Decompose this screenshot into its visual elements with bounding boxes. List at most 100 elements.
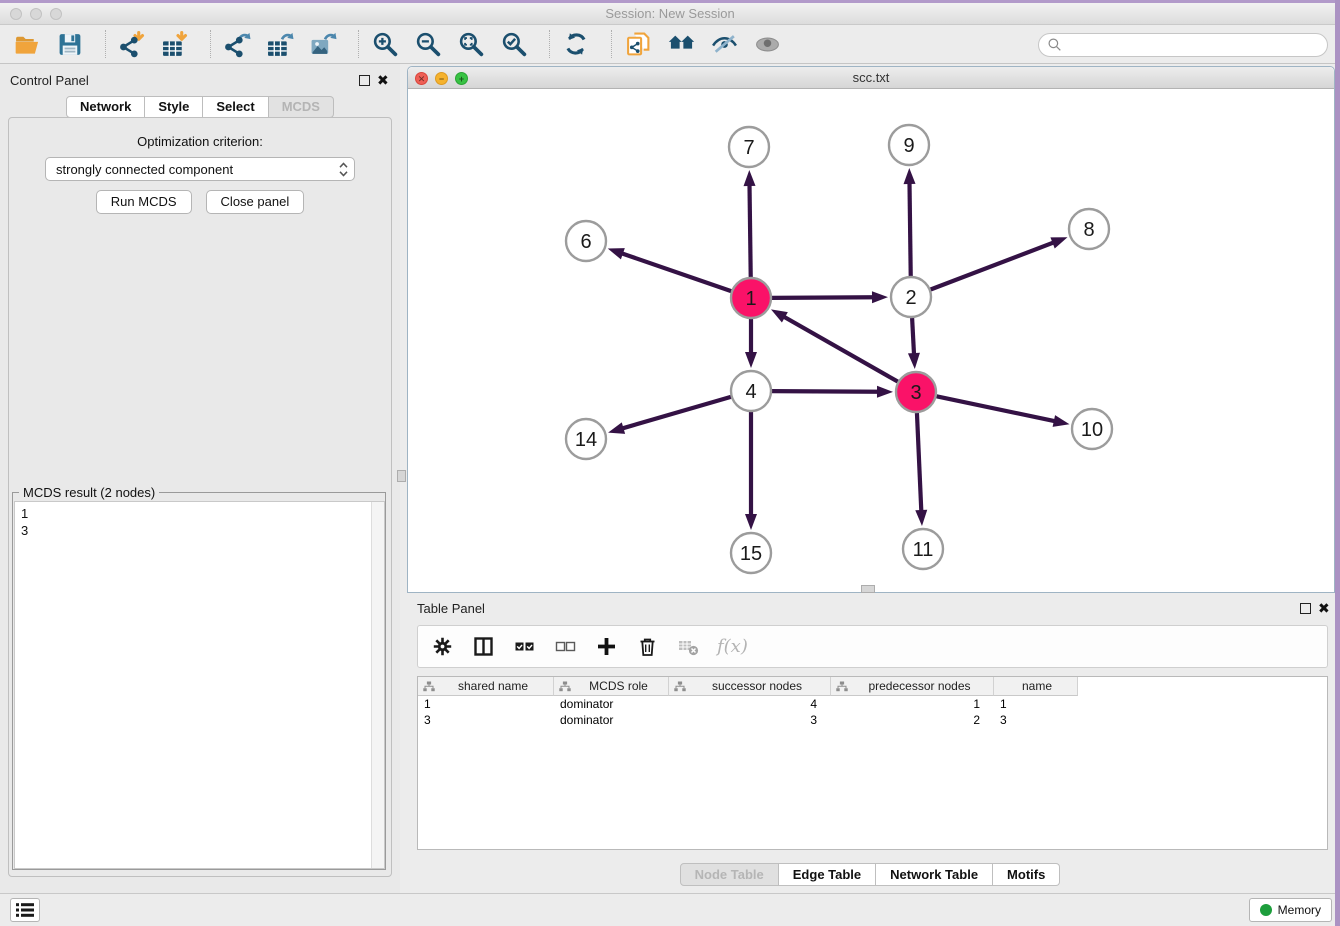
close-table-panel-icon[interactable]: ✖	[1318, 600, 1330, 616]
graph-node-10[interactable]: 10	[1072, 409, 1112, 449]
graph-edge-2-9[interactable]	[904, 168, 916, 276]
graph-node-4[interactable]: 4	[731, 371, 771, 411]
window-minimize-button[interactable]	[30, 8, 42, 20]
vertical-splitter-handle[interactable]	[397, 470, 406, 482]
graph-edge-3-11[interactable]	[915, 413, 927, 526]
graph-edge-4-15[interactable]	[745, 412, 757, 530]
mcds-result-textarea[interactable]: 13	[14, 501, 385, 869]
column-header-predecessor-nodes[interactable]: predecessor nodes	[831, 677, 994, 696]
tab-select[interactable]: Select	[203, 96, 268, 118]
graph-node-11[interactable]: 11	[903, 529, 943, 569]
tab-mcds[interactable]: MCDS	[269, 96, 334, 118]
graph-node-8[interactable]: 8	[1069, 209, 1109, 249]
run-mcds-button[interactable]: Run MCDS	[96, 190, 192, 214]
horizontal-splitter-handle[interactable]	[861, 585, 875, 593]
network-view-window: ✕ − + scc.txt 7 9 6 8 1 2 4 3 14 10 15 11	[407, 66, 1335, 593]
table-cell[interactable]: 4	[669, 696, 831, 712]
tab-node-table[interactable]: Node Table	[680, 863, 779, 886]
delete-columns-button[interactable]	[635, 635, 659, 659]
show-graphics-button[interactable]	[750, 28, 784, 60]
copy-network-button[interactable]	[621, 28, 655, 60]
graph-node-3[interactable]: 3	[896, 372, 936, 412]
tab-edge-table[interactable]: Edge Table	[779, 863, 876, 886]
import-network-button[interactable]	[115, 28, 149, 60]
graph-node-14[interactable]: 14	[566, 419, 606, 459]
close-panel-button[interactable]: Close panel	[206, 190, 305, 214]
graph-node-1[interactable]: 1	[731, 278, 771, 318]
close-panel-icon[interactable]: ✖	[377, 72, 389, 88]
tab-network[interactable]: Network	[66, 96, 145, 118]
network-maximize-button[interactable]: +	[455, 72, 468, 85]
search-box[interactable]	[1038, 33, 1328, 57]
zoom-fit-button[interactable]	[454, 28, 488, 60]
search-input[interactable]	[1064, 35, 1327, 55]
show-columns-button[interactable]	[471, 635, 495, 659]
column-header-name[interactable]: name	[994, 677, 1078, 696]
tab-style[interactable]: Style	[145, 96, 203, 118]
column-header-shared-name[interactable]: shared name	[418, 677, 554, 696]
table-cell[interactable]: 3	[669, 712, 831, 728]
mcds-result-scrollbar[interactable]	[371, 502, 384, 868]
graph-edge-1-4[interactable]	[745, 319, 757, 368]
table-row[interactable]: 3dominator323	[418, 712, 1327, 728]
select-all-columns-button[interactable]	[512, 635, 536, 659]
graph-edge-2-3[interactable]	[908, 318, 920, 369]
graph-node-7[interactable]: 7	[729, 127, 769, 167]
network-window-titlebar[interactable]: ✕ − + scc.txt	[408, 67, 1334, 89]
table-cell[interactable]: 1	[831, 696, 994, 712]
refresh-layout-button[interactable]	[559, 28, 593, 60]
graph-edge-3-10[interactable]	[937, 396, 1070, 427]
table-header-row: shared nameMCDS rolesuccessor nodesprede…	[418, 677, 1327, 696]
float-panel-icon[interactable]	[359, 75, 370, 86]
table-settings-button[interactable]	[430, 635, 454, 659]
zoom-selected-button[interactable]	[497, 28, 531, 60]
zoom-out-icon	[415, 31, 442, 58]
graph-edge-1-2[interactable]	[772, 291, 888, 303]
unselect-all-columns-button[interactable]	[553, 635, 577, 659]
graph-edge-1-7[interactable]	[744, 170, 756, 277]
graph-node-9[interactable]: 9	[889, 125, 929, 165]
window-zoom-button[interactable]	[50, 8, 62, 20]
home-network-button[interactable]	[664, 28, 698, 60]
table-cell[interactable]: 3	[994, 712, 1078, 728]
network-canvas[interactable]: 7 9 6 8 1 2 4 3 14 10 15 11	[408, 89, 1334, 592]
table-cell[interactable]: 1	[418, 696, 554, 712]
open-session-button[interactable]	[10, 28, 44, 60]
network-minimize-button[interactable]: −	[435, 72, 448, 85]
graph-node-2[interactable]: 2	[891, 277, 931, 317]
graph-edge-4-3[interactable]	[772, 386, 893, 398]
tab-motifs[interactable]: Motifs	[993, 863, 1060, 886]
table-cell[interactable]: dominator	[554, 712, 669, 728]
hide-graphics-button[interactable]	[707, 28, 741, 60]
zoom-out-button[interactable]	[411, 28, 445, 60]
tab-network-table[interactable]: Network Table	[876, 863, 993, 886]
graph-node-15[interactable]: 15	[731, 533, 771, 573]
export-table-button[interactable]	[263, 28, 297, 60]
graph-edge-3-1[interactable]	[771, 309, 898, 381]
task-history-button[interactable]	[10, 898, 40, 922]
criterion-dropdown[interactable]: strongly connected component	[45, 157, 355, 181]
table-cell[interactable]: 3	[418, 712, 554, 728]
export-image-button[interactable]	[306, 28, 340, 60]
memory-button[interactable]: Memory	[1249, 898, 1332, 922]
column-header-successor-nodes[interactable]: successor nodes	[669, 677, 831, 696]
column-header-MCDS-role[interactable]: MCDS role	[554, 677, 669, 696]
add-column-button[interactable]	[594, 635, 618, 659]
network-close-button[interactable]: ✕	[415, 72, 428, 85]
table-cell[interactable]: dominator	[554, 696, 669, 712]
table-cell[interactable]: 1	[994, 696, 1078, 712]
save-session-button[interactable]	[53, 28, 87, 60]
float-table-panel-icon[interactable]	[1300, 603, 1311, 614]
graph-node-6[interactable]: 6	[566, 221, 606, 261]
window-close-button[interactable]	[10, 8, 22, 20]
export-network-button[interactable]	[220, 28, 254, 60]
zoom-in-button[interactable]	[368, 28, 402, 60]
criterion-value: strongly connected component	[56, 162, 339, 177]
import-table-button[interactable]	[158, 28, 192, 60]
svg-text:14: 14	[575, 429, 597, 451]
graph-edge-4-14[interactable]	[608, 397, 731, 434]
table-row[interactable]: 1dominator411	[418, 696, 1327, 712]
table-cell[interactable]: 2	[831, 712, 994, 728]
graph-edge-1-6[interactable]	[608, 248, 731, 291]
graph-edge-2-8[interactable]	[931, 237, 1068, 289]
